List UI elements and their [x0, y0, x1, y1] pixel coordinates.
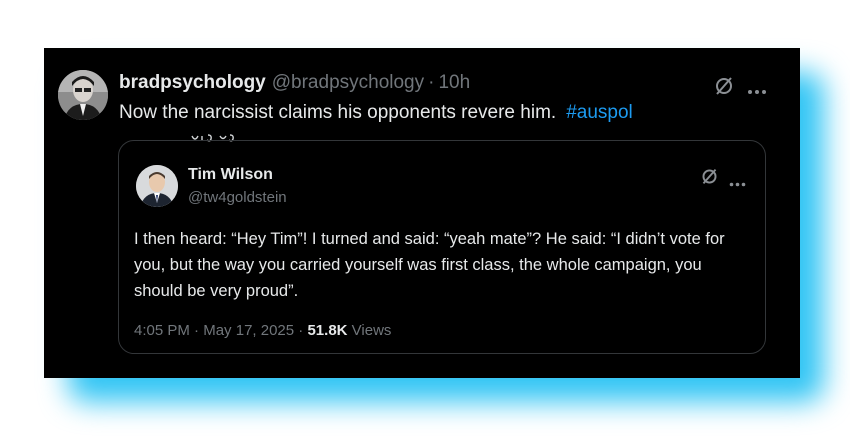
- separator-dot: ·: [194, 322, 200, 339]
- avatar[interactable]: [58, 70, 108, 120]
- display-name[interactable]: bradpsychology: [119, 72, 266, 94]
- quoted-tweet-meta: 4:05 PM · May 17, 2025 · 51.8K Views: [134, 322, 391, 339]
- views-count[interactable]: 51.8K: [307, 322, 347, 339]
- quoted-display-name[interactable]: Tim Wilson: [188, 166, 273, 184]
- separator-dot: ·: [428, 72, 435, 93]
- tweet-body: Now the narcissist claims his opponents …: [119, 102, 557, 123]
- quoted-avatar[interactable]: [136, 165, 178, 207]
- grok-icon[interactable]: [713, 75, 735, 102]
- more-options-icon[interactable]: [747, 82, 767, 100]
- views-label: Views: [351, 322, 392, 339]
- grok-icon[interactable]: [700, 167, 719, 191]
- more-options-icon[interactable]: [729, 174, 746, 192]
- hashtag-link[interactable]: #auspol: [566, 102, 633, 123]
- quoted-tweet-text: I then heard: “Hey Tim”! I turned and sa…: [134, 230, 725, 300]
- user-handle[interactable]: @bradpsychology: [272, 72, 424, 94]
- timestamp[interactable]: 10h: [438, 72, 470, 94]
- quoted-time[interactable]: 4:05 PM: [134, 322, 190, 339]
- quoted-date[interactable]: May 17, 2025: [203, 322, 294, 339]
- separator-dot: ·: [298, 322, 304, 339]
- tweet-header: bradpsychology @bradpsychology · 10h: [119, 72, 470, 98]
- tweet-text: Now the narcissist claims his opponents …: [119, 102, 633, 124]
- quoted-user-handle[interactable]: @tw4goldstein: [188, 189, 287, 206]
